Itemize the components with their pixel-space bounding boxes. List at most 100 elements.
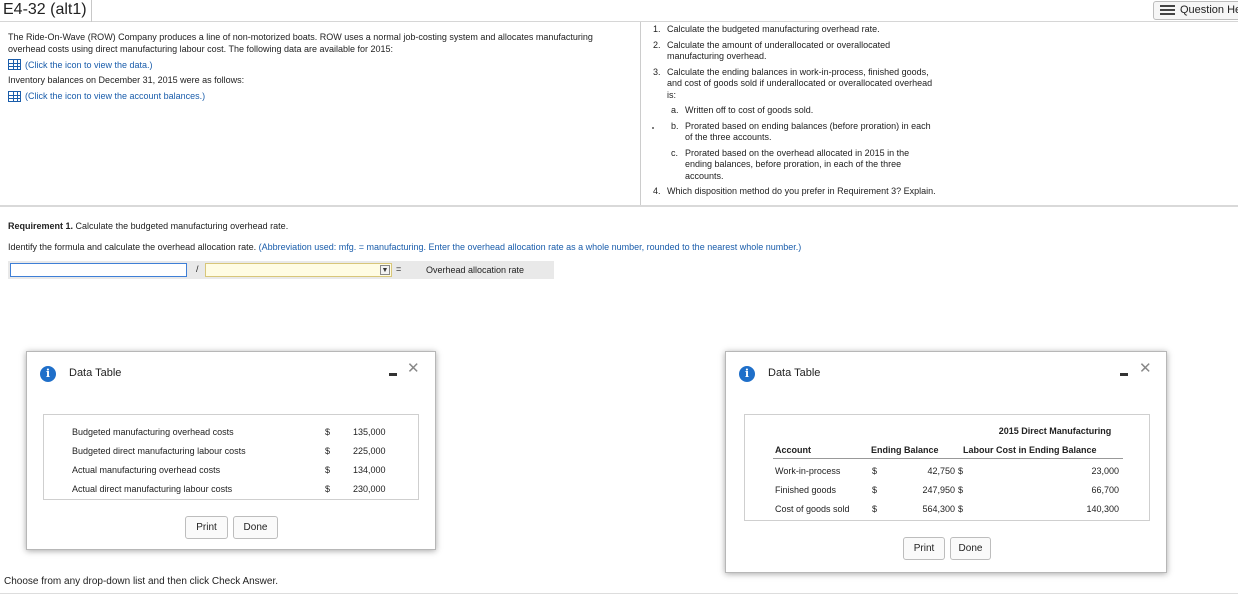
result-label: Overhead allocation rate: [426, 265, 525, 275]
requirement-label: Requirement 1.: [8, 221, 74, 231]
requirement-number: 3.: [653, 66, 661, 77]
ending-balance: 564,300: [922, 504, 955, 514]
currency-sign: $: [872, 504, 878, 514]
requirement-number: b.: [671, 120, 679, 131]
currency-sign: $: [872, 485, 878, 495]
requirement-heading-text: Calculate the budgeted manufacturing ove…: [75, 221, 289, 231]
equals-sign: =: [396, 264, 402, 274]
currency-sign: $: [958, 466, 964, 476]
title-divider: [91, 0, 92, 22]
table-row: Work-in-process $ 42,750 $ 23,000: [745, 466, 1151, 480]
requirements-list: 1. Calculate the budgeted manufacturing …: [653, 24, 938, 204]
footer-divider: [0, 593, 1238, 594]
requirement-item: 3. Calculate the ending balances in work…: [653, 67, 938, 102]
page-title: E4-32 (alt1): [3, 1, 87, 18]
currency-sign: $: [325, 464, 331, 475]
data-panel: Budgeted manufacturing overhead costs $ …: [43, 414, 419, 500]
table-icon: [8, 90, 21, 102]
requirement-text: Calculate the ending balances in work-in…: [667, 66, 933, 100]
divide-sign: /: [196, 264, 199, 274]
question-help-button[interactable]: Question Help: [1153, 1, 1238, 20]
requirement-subitem: a. Written off to cost of goods sold.: [653, 105, 938, 117]
account-balances-dialog: i Data Table ✕ 2015 Direct Manufacturing…: [725, 351, 1167, 573]
inventory-text: Inventory balances on December 31, 2015 …: [8, 75, 245, 85]
requirement-text: Which disposition method do you prefer i…: [667, 186, 936, 196]
labour-cost: 66,700: [1091, 485, 1119, 495]
requirement-text: Prorated based on the overhead allocated…: [685, 147, 910, 181]
dialog-header[interactable]: i Data Table ✕: [27, 352, 435, 396]
column-header-ending-balance: Ending Balance: [871, 445, 939, 455]
view-balances-link[interactable]: (Click the icon to view the account bala…: [8, 90, 608, 102]
problem-intro: The Ride-On-Wave (ROW) Company produces …: [8, 32, 593, 54]
table-row: Budgeted direct manufacturing labour cos…: [72, 441, 386, 460]
requirement-number: 1.: [653, 24, 661, 34]
print-button[interactable]: Print: [903, 537, 945, 560]
row-label: Budgeted direct manufacturing labour cos…: [72, 445, 246, 456]
dialog-title: Data Table: [69, 367, 122, 379]
requirement-item: 2. Calculate the amount of underallocate…: [653, 40, 938, 63]
account-name: Cost of goods sold: [775, 504, 850, 514]
table-row: Cost of goods sold $ 564,300 $ 140,300: [745, 504, 1151, 518]
currency-sign: $: [958, 504, 964, 514]
row-value: 135,000: [353, 426, 386, 437]
minimize-icon[interactable]: [389, 373, 397, 376]
column-header-top: 2015 Direct Manufacturing: [998, 426, 1112, 436]
row-label: Actual manufacturing overhead costs: [72, 464, 221, 475]
formula-row: / ▼ = Overhead allocation rate: [8, 261, 554, 279]
account-name: Work-in-process: [775, 466, 841, 476]
table-row: Finished goods $ 247,950 $ 66,700: [745, 485, 1151, 499]
close-icon[interactable]: ✕: [407, 361, 420, 376]
currency-sign: $: [325, 426, 331, 437]
view-data-label: (Click the icon to view the data.): [25, 59, 153, 70]
requirement-item: 1. Calculate the budgeted manufacturing …: [653, 24, 938, 36]
pane-divider[interactable]: [640, 22, 641, 205]
info-icon: i: [739, 366, 755, 382]
table-row: Budgeted manufacturing overhead costs $ …: [72, 422, 386, 441]
numerator-input[interactable]: [10, 263, 187, 277]
question-help-label: Question Help: [1180, 4, 1238, 16]
requirement-item: 4. Which disposition method do you prefe…: [653, 186, 938, 198]
list-icon: [1160, 5, 1175, 16]
ending-balance: 247,950: [922, 485, 955, 495]
row-value: 230,000: [353, 483, 386, 494]
data-table-dialog: i Data Table ✕ Budgeted manufacturing ov…: [26, 351, 436, 550]
requirement-text: Calculate the amount of underallocated o…: [667, 39, 891, 62]
minimize-icon[interactable]: [1120, 373, 1128, 376]
done-button[interactable]: Done: [950, 537, 991, 560]
close-icon[interactable]: ✕: [1139, 361, 1152, 376]
title-bar: E4-32 (alt1) Question Help: [0, 0, 1238, 22]
done-button[interactable]: Done: [233, 516, 278, 539]
column-header-labour-cost: Labour Cost in Ending Balance: [963, 445, 1097, 455]
requirement-number: c.: [671, 147, 679, 158]
requirement-text: Written off to cost of goods sold.: [685, 105, 814, 115]
dialog-header[interactable]: i Data Table ✕: [726, 352, 1166, 396]
currency-sign: $: [325, 483, 331, 494]
row-value: 134,000: [353, 464, 386, 475]
requirement-text: Calculate the budgeted manufacturing ove…: [667, 24, 880, 34]
balances-panel: 2015 Direct Manufacturing Account Ending…: [744, 414, 1150, 521]
instruction: Identify the formula and calculate the o…: [8, 242, 801, 252]
currency-sign: $: [872, 466, 878, 476]
footer-hint: Choose from any drop-down list and then …: [4, 576, 279, 587]
problem-statement: The Ride-On-Wave (ROW) Company produces …: [8, 32, 608, 107]
data-table: Budgeted manufacturing overhead costs $ …: [72, 422, 386, 498]
requirement-number: a.: [671, 105, 679, 115]
denominator-select[interactable]: ▼: [205, 263, 392, 277]
table-row: Actual manufacturing overhead costs $ 13…: [72, 460, 386, 479]
row-label: Actual direct manufacturing labour costs: [72, 483, 233, 494]
requirement-subitem: c. Prorated based on the overhead alloca…: [653, 148, 938, 183]
labour-cost: 23,000: [1091, 466, 1119, 476]
requirement-number: 4.: [653, 186, 661, 196]
account-name: Finished goods: [775, 485, 837, 495]
info-icon: i: [40, 366, 56, 382]
dropdown-arrow-icon[interactable]: ▼: [380, 265, 390, 275]
currency-sign: $: [325, 445, 331, 456]
view-balances-label: (Click the icon to view the account bala…: [25, 91, 206, 101]
print-button[interactable]: Print: [185, 516, 228, 539]
row-value: 225,000: [353, 445, 386, 456]
ending-balance: 42,750: [927, 466, 955, 476]
view-data-link[interactable]: (Click the icon to view the data.): [8, 59, 608, 70]
section-divider[interactable]: [0, 205, 1238, 207]
labour-cost: 140,300: [1086, 504, 1119, 514]
requirement-heading: Requirement 1. Calculate the budgeted ma…: [8, 221, 288, 231]
